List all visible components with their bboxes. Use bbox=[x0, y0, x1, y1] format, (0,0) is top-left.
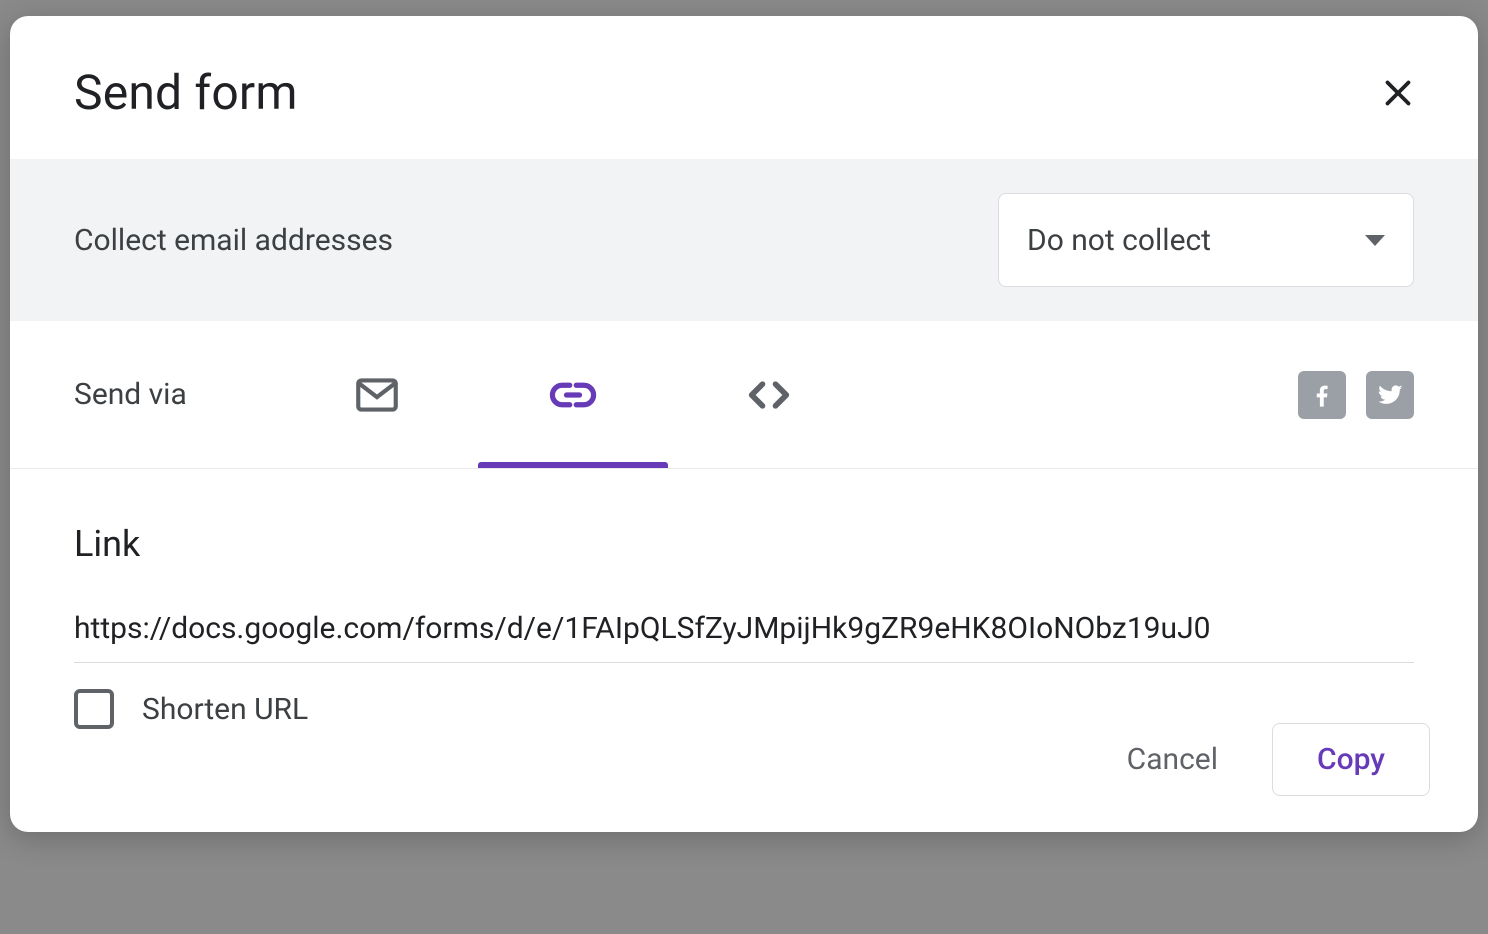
tab-email[interactable] bbox=[279, 321, 475, 468]
chevron-down-icon bbox=[1365, 235, 1385, 246]
link-heading: Link bbox=[74, 523, 1414, 565]
send-via-label: Send via bbox=[74, 377, 187, 412]
share-twitter-button[interactable] bbox=[1366, 371, 1414, 419]
dropdown-selected-value: Do not collect bbox=[1027, 223, 1211, 258]
shorten-url-label: Shorten URL bbox=[142, 692, 308, 727]
collect-email-label: Collect email addresses bbox=[74, 223, 393, 258]
link-icon bbox=[547, 369, 599, 421]
modal-backdrop: Send form Collect email addresses Do not… bbox=[0, 0, 1488, 934]
link-panel: Link Shorten URL bbox=[10, 469, 1478, 753]
mail-icon bbox=[352, 370, 402, 420]
close-button[interactable] bbox=[1374, 69, 1422, 117]
send-form-dialog: Send form Collect email addresses Do not… bbox=[10, 16, 1478, 832]
send-via-tabs: Send via bbox=[10, 321, 1478, 469]
dialog-title: Send form bbox=[74, 64, 298, 121]
copy-button[interactable]: Copy bbox=[1272, 723, 1430, 796]
code-icon bbox=[743, 369, 795, 421]
collect-email-section: Collect email addresses Do not collect bbox=[10, 159, 1478, 321]
social-share-group bbox=[1298, 371, 1414, 419]
dialog-actions: Cancel Copy bbox=[10, 723, 1478, 832]
tab-link[interactable] bbox=[475, 321, 671, 468]
dialog-header: Send form bbox=[10, 16, 1478, 159]
collect-email-dropdown[interactable]: Do not collect bbox=[998, 193, 1414, 287]
facebook-icon bbox=[1308, 381, 1336, 409]
tab-embed[interactable] bbox=[671, 321, 867, 468]
link-url-field[interactable] bbox=[74, 611, 1414, 663]
share-facebook-button[interactable] bbox=[1298, 371, 1346, 419]
cancel-button[interactable]: Cancel bbox=[1099, 724, 1246, 795]
twitter-icon bbox=[1375, 380, 1405, 410]
close-icon bbox=[1380, 75, 1416, 111]
shorten-url-checkbox[interactable] bbox=[74, 689, 114, 729]
